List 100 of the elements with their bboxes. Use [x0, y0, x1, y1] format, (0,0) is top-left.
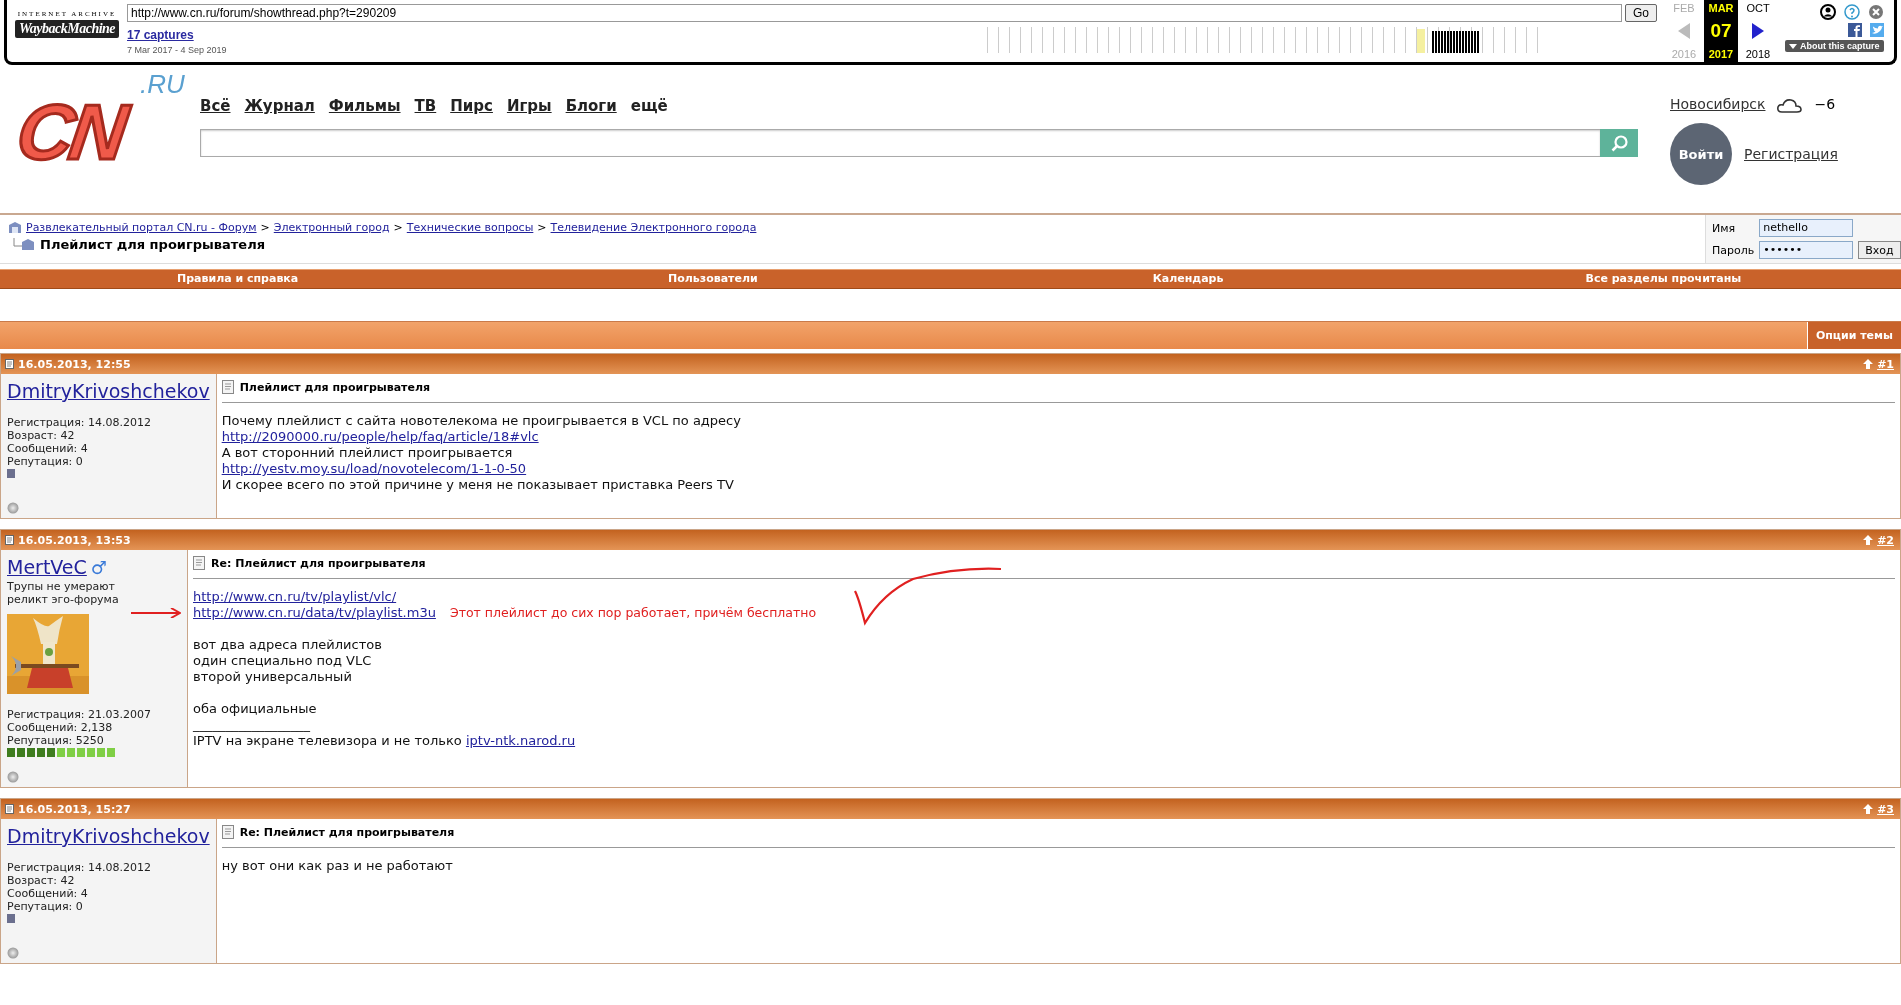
nav-link[interactable]: Всё — [200, 97, 231, 115]
search-field[interactable] — [200, 129, 1600, 157]
user-stat: Репутация: 0 — [7, 455, 84, 468]
nav-link[interactable]: Журнал — [244, 97, 315, 115]
up-arrow-icon[interactable] — [1863, 804, 1874, 814]
username-label: Имя — [1712, 221, 1737, 235]
post-link[interactable]: http://yestv.moy.su/load/novotelecom/1-1-0-50 — [221, 461, 527, 477]
user-stat: Регистрация: 14.08.2012 — [7, 861, 152, 874]
go-button[interactable]: Go — [1625, 4, 1657, 22]
post-title: Плейлист для проигрывателя — [239, 380, 431, 394]
nav-link[interactable]: ещё — [630, 97, 668, 115]
up-arrow-icon[interactable] — [1863, 359, 1874, 369]
previous-icon[interactable] — [1678, 23, 1690, 39]
url-field[interactable]: http://www.cn.ru/forum/showthread.php?t=290209 — [127, 4, 1622, 22]
month-column[interactable]: MAR 07 2017 — [1704, 0, 1738, 62]
post-link[interactable]: http://2090000.ru/people/help/faq/article/18#vlc — [221, 429, 539, 445]
year-label: 2018 — [1745, 48, 1771, 60]
username-link[interactable]: MertVeC — [7, 556, 87, 578]
offline-status-icon — [7, 771, 19, 783]
temperature-text: −6 — [1814, 96, 1836, 112]
user-icon[interactable] — [1819, 4, 1836, 20]
post-text: оба официальные — [193, 701, 317, 717]
username-link[interactable]: DmitryKrivoshchekov — [7, 825, 210, 847]
user-stat: Сообщений: 4 — [7, 887, 89, 900]
post-icon — [221, 825, 234, 839]
forum-home-icon[interactable] — [8, 221, 22, 234]
nav-link[interactable]: Пирс — [450, 97, 493, 115]
wayback-logo[interactable]: WaybackMachine — [14, 20, 120, 38]
post-text: А вот сторонний плейлист проигрывается — [221, 445, 513, 461]
breadcrumb-separator: > — [393, 221, 403, 234]
post-date: 16.05.2013, 12:55 — [18, 357, 132, 371]
facebook-icon[interactable] — [1847, 23, 1862, 37]
user-stat: Возраст: 42 — [7, 429, 76, 442]
month-label: MAR — [1708, 2, 1734, 14]
signature-link[interactable]: iptv-ntk.narod.ru — [465, 733, 576, 748]
post-icon — [221, 380, 234, 394]
nav-link[interactable]: Фильмы — [328, 97, 401, 115]
login-button[interactable]: Войти — [1670, 123, 1732, 185]
breadcrumb-separator: > — [537, 221, 547, 234]
year-label: 2016 — [1671, 48, 1697, 60]
gender-symbol: ♂ — [90, 556, 107, 578]
offline-status-icon — [7, 947, 19, 959]
nav-link[interactable]: Блоги — [565, 97, 617, 115]
register-link[interactable]: Регистрация — [1744, 146, 1838, 162]
post-icon — [5, 359, 14, 369]
post-link[interactable]: http://www.cn.ru/data/tv/playlist.m3u — [193, 605, 436, 621]
post-title: Re: Плейлист для проигрывателя — [211, 556, 426, 570]
next-icon[interactable] — [1752, 23, 1764, 39]
navbar-link[interactable]: Все разделы прочитаны — [1425, 270, 1901, 288]
about-capture-button[interactable]: About this capture — [1785, 40, 1884, 52]
ru-logo: .RU — [140, 69, 185, 100]
caret-icon — [1789, 43, 1797, 49]
user-stat: Сообщений: 4 — [7, 442, 89, 455]
login-submit-button[interactable]: Вход — [1858, 241, 1901, 259]
thread-title: Плейлист для проигрывателя — [40, 237, 266, 252]
thread-icon — [12, 238, 34, 251]
month-label: OCT — [1746, 2, 1770, 14]
breadcrumb-separator: > — [260, 221, 270, 234]
user-stat: Регистрация: 14.08.2012 — [7, 416, 152, 429]
post-text: вот два адреса плейлистов — [193, 637, 382, 653]
signature-text: IPTV на экране телевизора и не только iptv-ntk.narod.ru — [193, 733, 576, 749]
help-icon[interactable] — [1843, 4, 1860, 20]
post-date: 16.05.2013, 13:53 — [18, 533, 132, 547]
user-title: реликт эго-форума — [7, 593, 120, 606]
password-label: Пароль — [1712, 243, 1755, 257]
breadcrumb-link[interactable]: Электронный город — [273, 221, 390, 234]
post-text: второй универсальный — [193, 669, 352, 685]
post-icon — [193, 556, 205, 570]
thread-options-button[interactable]: Опции темы — [1806, 322, 1901, 349]
user-stat: Возраст: 42 — [7, 874, 76, 887]
up-arrow-icon[interactable] — [1863, 535, 1874, 545]
breadcrumb-link[interactable]: Телевидение Электронного города — [550, 221, 757, 234]
username-link[interactable]: DmitryKrivoshchekov — [7, 380, 210, 402]
capture-range: 7 Mar 2017 - 4 Sep 2019 — [127, 45, 228, 55]
twitter-icon[interactable] — [1869, 23, 1884, 37]
post-link[interactable]: http://www.cn.ru/tv/playlist/vlc/ — [193, 589, 397, 605]
search-icon — [1610, 134, 1628, 152]
post-text: Почему плейлист с сайта новотелекома не проигрывается в VCL по адресу — [221, 413, 741, 429]
user-stat: Сообщений: 2,138 — [7, 721, 114, 734]
nav-link[interactable]: Игры — [506, 97, 552, 115]
search-button[interactable] — [1600, 129, 1638, 157]
close-icon[interactable] — [1867, 4, 1884, 20]
breadcrumb-link[interactable]: Технические вопросы — [406, 221, 534, 234]
post-date: 16.05.2013, 15:27 — [18, 802, 132, 816]
breadcrumb-link[interactable]: Развлекательный портал CN.ru - Форум — [26, 221, 257, 234]
user-stat: Репутация: 0 — [7, 900, 84, 913]
month-label: FEB — [1673, 2, 1695, 14]
user-stat: Репутация: 5250 — [7, 734, 105, 747]
city-link[interactable]: Новосибирск — [1670, 96, 1766, 112]
navbar-link[interactable]: Пользователи — [475, 270, 951, 288]
month-column[interactable]: OCT 2018 — [1741, 0, 1775, 62]
password-field[interactable]: •••••• — [1759, 241, 1854, 259]
offline-status-icon — [7, 502, 19, 514]
nav-link[interactable]: ТВ — [414, 97, 437, 115]
navbar-link[interactable]: Правила и справка — [0, 270, 476, 288]
captures-link[interactable]: 17 captures — [127, 28, 987, 42]
username-field[interactable]: nethello — [1759, 219, 1854, 237]
post-text: __________________ — [193, 717, 310, 733]
annotation-text: Этот плейлист до сих пор работает, причём бесплатно — [449, 605, 817, 621]
navbar-link[interactable]: Календарь — [950, 270, 1426, 288]
